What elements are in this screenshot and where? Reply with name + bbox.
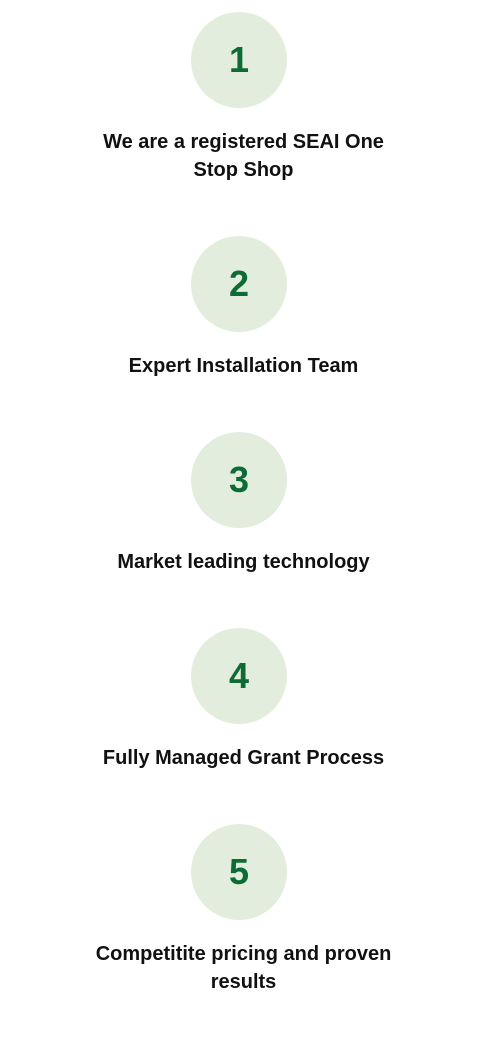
step-number: 2 bbox=[228, 263, 250, 304]
step-number-badge: 3 bbox=[191, 432, 287, 528]
step-number-badge: 2 bbox=[191, 236, 287, 332]
step-number: 1 bbox=[228, 39, 250, 80]
step-label: Expert Installation Team bbox=[128, 355, 359, 377]
step-label: Competitite pricing and proven results bbox=[95, 943, 392, 993]
step-number-badge: 1 bbox=[191, 12, 287, 108]
step-number: 5 bbox=[228, 851, 250, 892]
step-label: Market leading technology bbox=[117, 551, 370, 573]
step-number-badge: 5 bbox=[191, 824, 287, 920]
step-label: Fully Managed Grant Process bbox=[102, 747, 385, 769]
step-number: 3 bbox=[228, 459, 250, 500]
step-label: We are a registered SEAI One Stop Shop bbox=[103, 131, 384, 181]
step-number-badge: 4 bbox=[191, 628, 287, 724]
step-number: 4 bbox=[228, 655, 250, 696]
